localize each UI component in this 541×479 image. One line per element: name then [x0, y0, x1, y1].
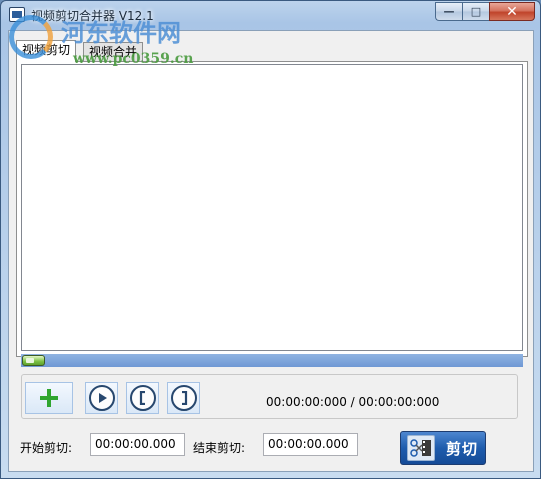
title-bar[interactable]: 视频剪切合并器 V12.1 — □ ✕	[1, 1, 540, 29]
progress-slider-handle[interactable]	[22, 355, 45, 366]
player-controls: 00:00:00:000 / 00:00:00:000	[21, 374, 518, 419]
end-cut-label: 结束剪切:	[193, 441, 246, 455]
play-button[interactable]	[85, 382, 118, 414]
cut-button-label: 剪切	[446, 439, 479, 458]
tab-video-merge[interactable]: 视频合并	[83, 42, 144, 61]
time-readout: 00:00:00:000 / 00:00:00:000	[266, 395, 440, 409]
plus-icon	[40, 389, 58, 407]
minimize-button[interactable]: —	[435, 2, 462, 21]
tab-panel	[16, 61, 528, 357]
minimize-icon: —	[443, 5, 455, 18]
start-cut-label: 开始剪切:	[20, 441, 73, 455]
video-preview[interactable]	[21, 64, 523, 351]
close-icon: ✕	[506, 3, 518, 20]
app-icon[interactable]	[9, 7, 25, 22]
client-area: 视频剪切 视频合并 00:00:00:000 / 00:00:00:000 开始…	[8, 30, 534, 472]
window-controls: — □ ✕	[435, 2, 535, 21]
play-icon	[88, 385, 115, 411]
maximize-icon: □	[470, 5, 482, 18]
end-time-field[interactable]: 00:00:00.000	[263, 433, 358, 456]
window-title: 视频剪切合并器 V12.1	[31, 9, 154, 23]
start-time-field[interactable]: 00:00:00.000	[90, 433, 185, 456]
close-button[interactable]: ✕	[489, 2, 535, 21]
scissors-film-icon	[407, 435, 435, 461]
cut-button[interactable]: 剪切	[400, 431, 486, 465]
tab-video-cut[interactable]: 视频剪切	[16, 40, 77, 62]
mark-out-button[interactable]	[167, 382, 200, 414]
maximize-button[interactable]: □	[462, 2, 489, 21]
app-window: 视频剪切合并器 V12.1 — □ ✕ 河东软件网 www.pc0359.cn …	[0, 0, 541, 479]
add-video-button[interactable]	[25, 382, 73, 414]
bracket-left-icon	[129, 385, 156, 411]
progress-slider[interactable]	[21, 354, 523, 367]
mark-in-button[interactable]	[126, 382, 159, 414]
bracket-right-icon	[170, 385, 197, 411]
